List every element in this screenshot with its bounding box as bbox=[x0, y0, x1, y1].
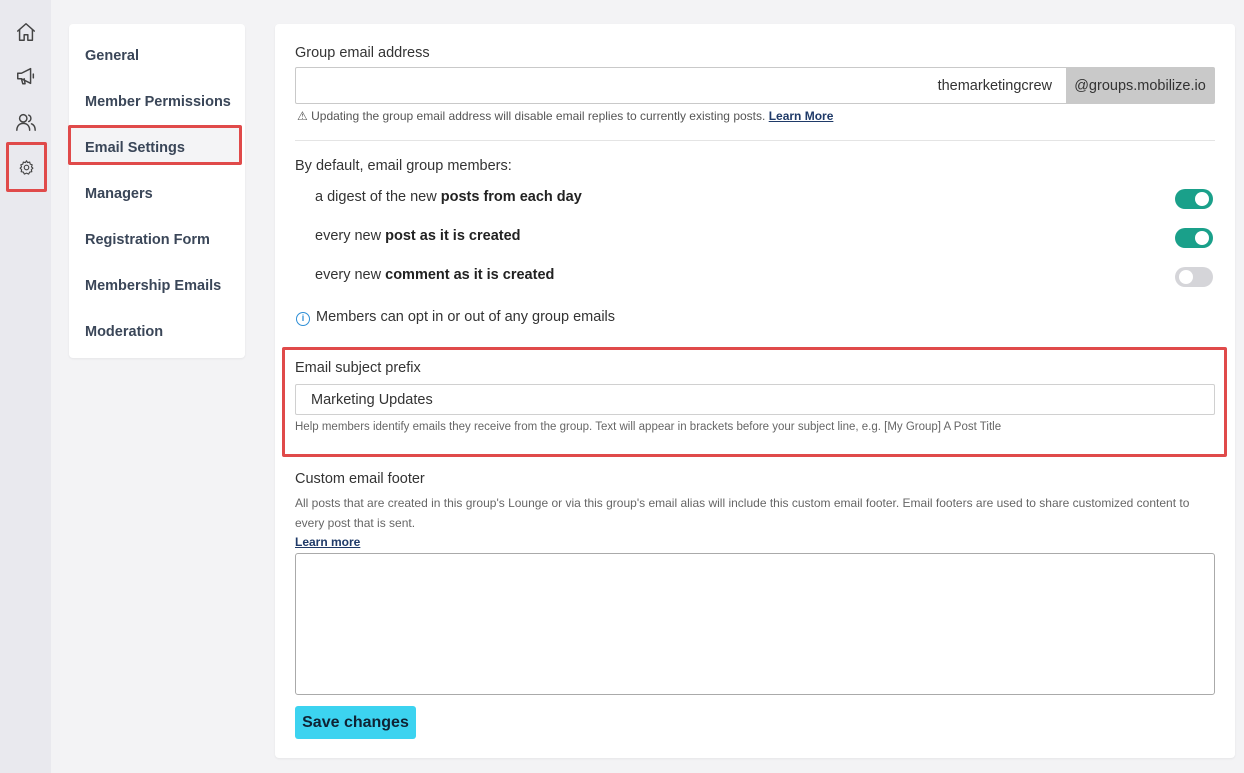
group-email-input[interactable] bbox=[296, 68, 1066, 103]
footer-learn-more-link[interactable]: Learn more bbox=[295, 535, 360, 549]
group-email-field: @groups.mobilize.io bbox=[295, 67, 1215, 104]
new-comment-toggle[interactable] bbox=[1175, 267, 1213, 287]
info-icon: i bbox=[296, 312, 310, 326]
megaphone-icon[interactable] bbox=[10, 60, 42, 92]
warning-icon: ⚠ bbox=[297, 109, 308, 123]
subject-prefix-help: Help members identify emails they receiv… bbox=[295, 421, 1002, 433]
people-icon[interactable] bbox=[10, 106, 42, 138]
nav-item-managers[interactable]: Managers bbox=[85, 179, 153, 209]
learn-more-link[interactable]: Learn More bbox=[769, 109, 834, 123]
nav-item-registration-form[interactable]: Registration Form bbox=[85, 225, 210, 255]
nav-item-general[interactable]: General bbox=[85, 41, 139, 71]
email-warning: ⚠ Updating the group email address will … bbox=[297, 109, 833, 123]
icon-rail bbox=[0, 0, 51, 773]
new-comment-setting-label: every new comment as it is created bbox=[315, 267, 555, 283]
new-comment-setting-row: every new comment as it is created bbox=[315, 265, 1213, 289]
new-post-setting-row: every new post as it is created bbox=[315, 226, 1213, 250]
subject-prefix-input[interactable] bbox=[295, 384, 1215, 415]
nav-item-membership-emails[interactable]: Membership Emails bbox=[85, 271, 221, 301]
opt-in-info: Members can opt in or out of any group e… bbox=[316, 309, 616, 325]
nav-item-member-permissions[interactable]: Member Permissions bbox=[85, 87, 231, 117]
email-settings-panel: Group email address @groups.mobilize.io … bbox=[275, 24, 1235, 758]
email-domain-suffix: @groups.mobilize.io bbox=[1066, 68, 1214, 103]
gear-icon[interactable] bbox=[10, 151, 42, 183]
save-button[interactable]: Save changes bbox=[295, 706, 416, 739]
digest-setting-row: a digest of the new posts from each day bbox=[315, 187, 1213, 211]
group-email-label: Group email address bbox=[295, 45, 430, 61]
section-divider bbox=[295, 140, 1215, 141]
footer-description: All posts that are created in this group… bbox=[295, 496, 1190, 530]
new-post-setting-label: every new post as it is created bbox=[315, 228, 521, 244]
warning-text: Updating the group email address will di… bbox=[311, 109, 766, 123]
new-post-toggle[interactable] bbox=[1175, 228, 1213, 248]
digest-setting-label: a digest of the new posts from each day bbox=[315, 189, 582, 205]
nav-item-moderation[interactable]: Moderation bbox=[85, 317, 163, 347]
digest-toggle[interactable] bbox=[1175, 189, 1213, 209]
settings-nav: General Member Permissions Email Setting… bbox=[68, 24, 245, 358]
subject-prefix-label: Email subject prefix bbox=[295, 360, 421, 376]
defaults-heading: By default, email group members: bbox=[295, 158, 512, 174]
footer-label: Custom email footer bbox=[295, 471, 425, 487]
footer-textarea[interactable] bbox=[295, 553, 1215, 695]
home-icon[interactable] bbox=[10, 16, 42, 48]
nav-item-email-settings[interactable]: Email Settings bbox=[85, 133, 185, 163]
